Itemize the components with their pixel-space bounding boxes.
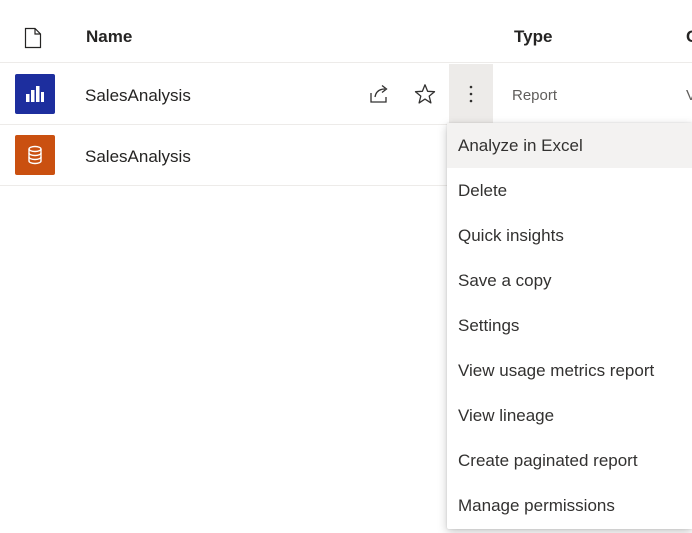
context-menu: Analyze in Excel Delete Quick insights S… bbox=[447, 123, 692, 529]
item-type: Report bbox=[512, 87, 558, 104]
column-header-next[interactable]: C bbox=[686, 27, 692, 47]
item-name[interactable]: SalesAnalysis bbox=[85, 86, 191, 106]
menu-item-view-lineage[interactable]: View lineage bbox=[447, 393, 692, 438]
more-vertical-icon bbox=[469, 85, 473, 103]
table-row[interactable]: SalesAnalysis Report V bbox=[0, 64, 692, 125]
more-options-button[interactable] bbox=[449, 64, 493, 124]
list-header: Name Type C bbox=[0, 0, 692, 63]
menu-item-save-a-copy[interactable]: Save a copy bbox=[447, 258, 692, 303]
column-header-type[interactable]: Type bbox=[514, 27, 552, 47]
menu-item-create-paginated-report[interactable]: Create paginated report bbox=[447, 438, 692, 483]
menu-item-analyze-in-excel[interactable]: Analyze in Excel bbox=[447, 123, 692, 168]
share-icon bbox=[370, 84, 388, 103]
menu-item-quick-insights[interactable]: Quick insights bbox=[447, 213, 692, 258]
report-icon bbox=[15, 74, 55, 114]
menu-item-delete[interactable]: Delete bbox=[447, 168, 692, 213]
column-header-name[interactable]: Name bbox=[86, 27, 132, 47]
menu-item-manage-permissions[interactable]: Manage permissions bbox=[447, 483, 692, 528]
file-type-icon bbox=[24, 27, 42, 49]
favorite-button[interactable] bbox=[410, 79, 440, 109]
share-button[interactable] bbox=[364, 79, 394, 109]
item-name[interactable]: SalesAnalysis bbox=[85, 147, 191, 167]
menu-item-view-usage-metrics[interactable]: View usage metrics report bbox=[447, 348, 692, 393]
item-next-column: V bbox=[686, 87, 692, 104]
menu-item-settings[interactable]: Settings bbox=[447, 303, 692, 348]
dataset-icon bbox=[15, 135, 55, 175]
star-icon bbox=[414, 84, 436, 104]
